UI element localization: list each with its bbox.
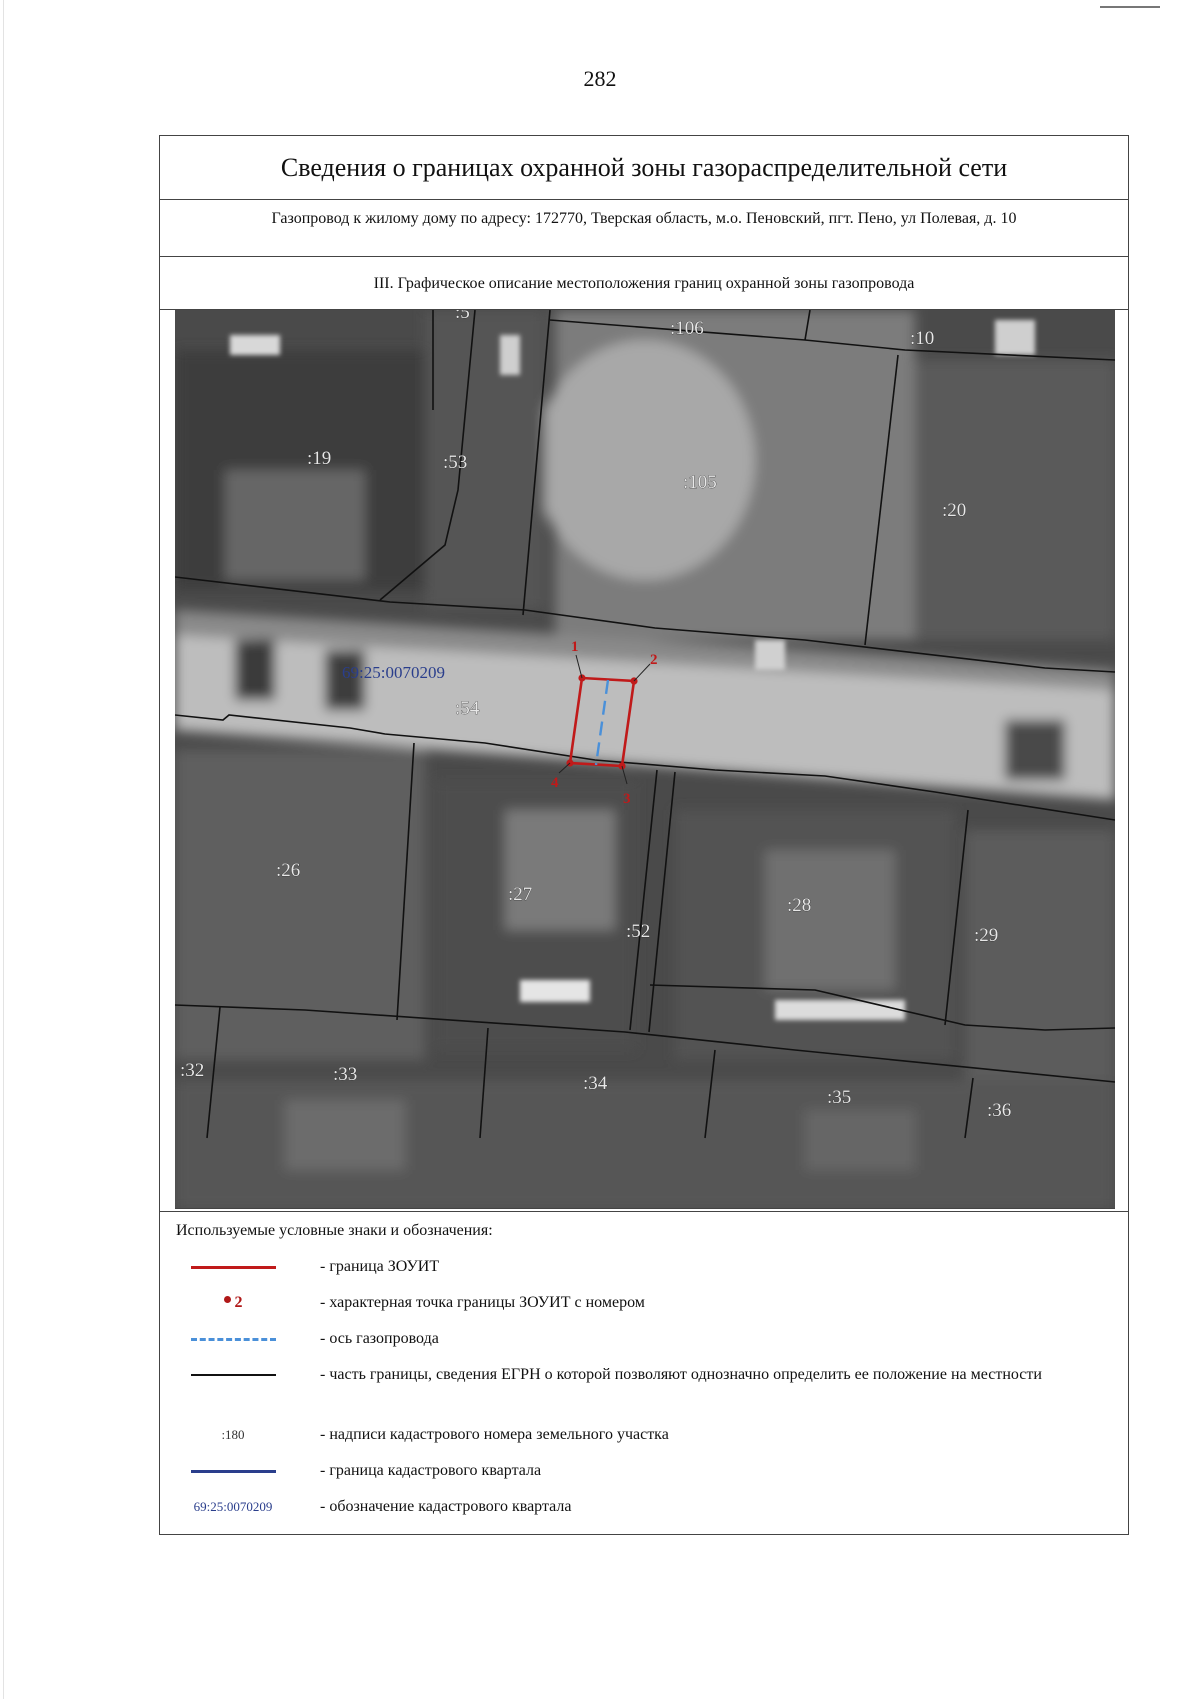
quarter-label: 69:25:0070209 <box>342 663 445 682</box>
black-line-symbol <box>190 1374 276 1376</box>
parcel-label-19: :19 <box>307 448 331 469</box>
parcel-label-27: :27 <box>508 884 532 905</box>
parcel-label-29: :29 <box>974 925 998 946</box>
parcel-label-34: :34 <box>583 1073 608 1094</box>
legend-text: - ось газопровода <box>320 1330 439 1347</box>
parcel-label-33: :33 <box>333 1064 357 1085</box>
navy-line-symbol <box>190 1469 276 1473</box>
parcel-label-26: :26 <box>276 860 300 881</box>
parcel-label-52: :52 <box>626 921 650 942</box>
parcel-label-53: :53 <box>443 452 467 473</box>
blue-dashed-line-symbol <box>190 1337 276 1341</box>
red-line-symbol <box>190 1265 276 1269</box>
point-label-3: 3 <box>623 791 631 807</box>
parcel-label-32: :32 <box>180 1060 204 1081</box>
section-heading: III. Графическое описание местоположения… <box>160 257 1128 310</box>
cadastral-map: 1 2 3 4 69:25:0070209 :5 :106 :10 :19 :5… <box>175 310 1115 1209</box>
object-address: Газопровод к жилому дому по адресу: 1727… <box>160 200 1128 257</box>
legend-text: - граница ЗОУИТ <box>320 1258 440 1275</box>
legend-text: - часть границы, сведения ЕГРН о которой… <box>320 1366 1042 1383</box>
parcel-number-symbol: :180 <box>221 1427 245 1442</box>
point-label-1: 1 <box>571 639 579 655</box>
legend-text: - обозначение кадастрового квартала <box>320 1498 572 1515</box>
page-number: 282 <box>583 66 617 91</box>
legend-text: - характерная точка границы ЗОУИТ с номе… <box>320 1294 645 1311</box>
legend-title: Используемые условные знаки и обозначени… <box>176 1222 493 1239</box>
parcel-label-35: :35 <box>827 1087 851 1108</box>
parcel-label-36: :36 <box>987 1100 1011 1121</box>
parcel-label-106: :106 <box>670 318 704 339</box>
scan-edge-shadow <box>3 0 4 1699</box>
point-label-2: 2 <box>650 652 658 668</box>
parcel-label-105: :105 <box>683 472 717 493</box>
legend-text: - граница кадастрового квартала <box>320 1462 542 1479</box>
parcel-label-54: :54 <box>455 698 480 719</box>
scan-edge-mark <box>1100 6 1160 8</box>
legend-text: - надписи кадастрового номера земельного… <box>320 1426 669 1443</box>
point-label-4: 4 <box>551 775 559 791</box>
parcel-label-20: :20 <box>942 500 966 521</box>
parcel-label-28: :28 <box>787 895 811 916</box>
map-svg: 1 2 3 4 69:25:0070209 :5 :106 :10 :19 :5… <box>175 310 1115 1208</box>
quarter-label-symbol: 69:25:0070209 <box>193 1499 273 1514</box>
parcel-label-10: :10 <box>910 328 934 349</box>
parcel-label-5: :5 <box>455 310 470 323</box>
document-title: Сведения о границах охранной зоны газора… <box>160 136 1128 200</box>
document-frame: Сведения о границах охранной зоны газора… <box>159 135 1129 1535</box>
red-point-symbol: 2 <box>223 1294 243 1312</box>
legend: Используемые условные знаки и обозначени… <box>160 1211 1128 1532</box>
